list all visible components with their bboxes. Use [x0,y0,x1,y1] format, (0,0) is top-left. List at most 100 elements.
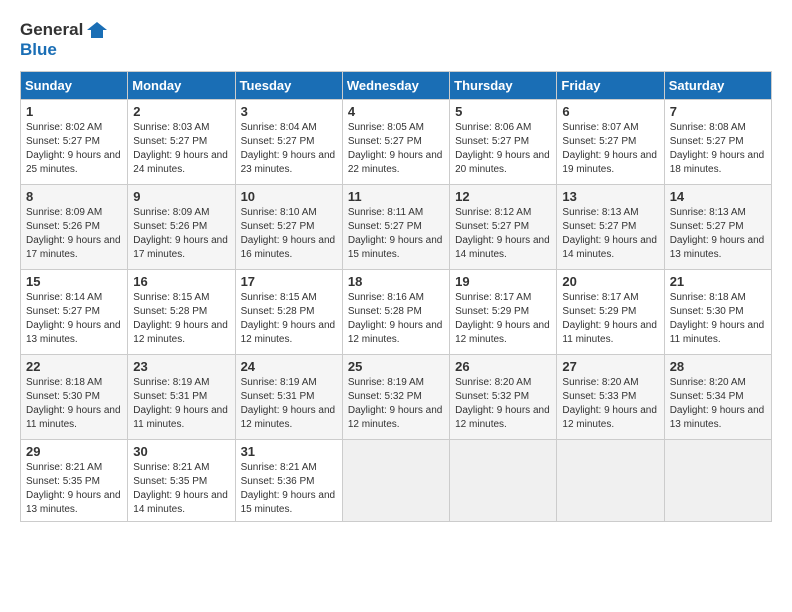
weekday-header-friday: Friday [557,71,664,99]
day-number: 20 [562,274,658,289]
day-number: 8 [26,189,122,204]
day-number: 3 [241,104,337,119]
calendar-cell: 1 Sunrise: 8:02 AMSunset: 5:27 PMDaylight… [21,99,128,184]
day-info: Sunrise: 8:08 AMSunset: 5:27 PMDaylight:… [670,121,766,177]
calendar-table: SundayMondayTuesdayWednesdayThursdayFrid… [20,71,772,522]
day-number: 7 [670,104,766,119]
week-row-4: 22 Sunrise: 8:18 AMSunset: 5:30 PMDayligh… [21,354,772,439]
day-info: Sunrise: 8:18 AMSunset: 5:30 PMDaylight:… [26,376,122,432]
weekday-header-saturday: Saturday [664,71,771,99]
day-number: 11 [348,189,444,204]
day-info: Sunrise: 8:13 AMSunset: 5:27 PMDaylight:… [670,206,766,262]
calendar-cell: 12 Sunrise: 8:12 AMSunset: 5:27 PMDayligh… [450,184,557,269]
day-info: Sunrise: 8:18 AMSunset: 5:30 PMDaylight:… [670,291,766,347]
calendar-cell: 4Sunrise: 8:05 AMSunset: 5:27 PMDaylight… [342,99,449,184]
calendar-cell: 6 Sunrise: 8:07 AMSunset: 5:27 PMDaylight… [557,99,664,184]
day-number: 24 [241,359,337,374]
day-number: 28 [670,359,766,374]
day-number: 19 [455,274,551,289]
day-info: Sunrise: 8:03 AMSunset: 5:27 PMDaylight:… [133,121,229,177]
calendar-cell: 8 Sunrise: 8:09 AMSunset: 5:26 PMDaylight… [21,184,128,269]
day-info: Sunrise: 8:21 AMSunset: 5:36 PMDaylight:… [241,461,337,517]
week-row-3: 15 Sunrise: 8:14 AMSunset: 5:27 PMDayligh… [21,269,772,354]
day-info: Sunrise: 8:07 AMSunset: 5:27 PMDaylight:… [562,121,658,177]
day-number: 26 [455,359,551,374]
week-row-5: 29Sunrise: 8:21 AMSunset: 5:35 PMDayligh… [21,439,772,521]
day-number: 14 [670,189,766,204]
calendar-cell: 19 Sunrise: 8:17 AMSunset: 5:29 PMDayligh… [450,269,557,354]
calendar-cell: 28 Sunrise: 8:20 AMSunset: 5:34 PMDayligh… [664,354,771,439]
day-info: Sunrise: 8:20 AMSunset: 5:33 PMDaylight:… [562,376,658,432]
day-number: 31 [241,444,337,459]
day-info: Sunrise: 8:15 AMSunset: 5:28 PMDaylight:… [241,291,337,347]
logo-text: General Blue [20,20,107,61]
day-number: 25 [348,359,444,374]
calendar-cell [664,439,771,521]
calendar-cell: 7 Sunrise: 8:08 AMSunset: 5:27 PMDaylight… [664,99,771,184]
day-number: 2 [133,104,229,119]
calendar-cell [342,439,449,521]
weekday-header-row: SundayMondayTuesdayWednesdayThursdayFrid… [21,71,772,99]
calendar-cell: 26 Sunrise: 8:20 AMSunset: 5:32 PMDayligh… [450,354,557,439]
day-info: Sunrise: 8:09 AMSunset: 5:26 PMDaylight:… [26,206,122,262]
day-number: 9 [133,189,229,204]
day-number: 15 [26,274,122,289]
page-header: General Blue [20,20,772,61]
day-number: 18 [348,274,444,289]
day-number: 4 [348,104,444,119]
day-number: 27 [562,359,658,374]
day-info: Sunrise: 8:02 AMSunset: 5:27 PMDaylight:… [26,121,122,177]
day-info: Sunrise: 8:19 AMSunset: 5:31 PMDaylight:… [133,376,229,432]
calendar-cell: 14 Sunrise: 8:13 AMSunset: 5:27 PMDayligh… [664,184,771,269]
day-info: Sunrise: 8:20 AMSunset: 5:32 PMDaylight:… [455,376,551,432]
day-number: 16 [133,274,229,289]
day-info: Sunrise: 8:09 AMSunset: 5:26 PMDaylight:… [133,206,229,262]
calendar-cell: 27 Sunrise: 8:20 AMSunset: 5:33 PMDayligh… [557,354,664,439]
day-info: Sunrise: 8:17 AMSunset: 5:29 PMDaylight:… [562,291,658,347]
calendar-cell: 5Sunrise: 8:06 AMSunset: 5:27 PMDaylight… [450,99,557,184]
day-info: Sunrise: 8:13 AMSunset: 5:27 PMDaylight:… [562,206,658,262]
calendar-cell: 21 Sunrise: 8:18 AMSunset: 5:30 PMDayligh… [664,269,771,354]
day-number: 13 [562,189,658,204]
day-number: 30 [133,444,229,459]
day-number: 5 [455,104,551,119]
day-info: Sunrise: 8:04 AMSunset: 5:27 PMDaylight:… [241,121,337,177]
day-info: Sunrise: 8:21 AMSunset: 5:35 PMDaylight:… [133,461,229,517]
calendar-cell: 17 Sunrise: 8:15 AMSunset: 5:28 PMDayligh… [235,269,342,354]
day-info: Sunrise: 8:12 AMSunset: 5:27 PMDaylight:… [455,206,551,262]
weekday-header-sunday: Sunday [21,71,128,99]
day-number: 21 [670,274,766,289]
day-info: Sunrise: 8:20 AMSunset: 5:34 PMDaylight:… [670,376,766,432]
calendar-cell: 16Sunrise: 8:15 AMSunset: 5:28 PMDayligh… [128,269,235,354]
day-info: Sunrise: 8:19 AMSunset: 5:31 PMDaylight:… [241,376,337,432]
day-number: 17 [241,274,337,289]
day-info: Sunrise: 8:11 AMSunset: 5:27 PMDaylight:… [348,206,444,262]
day-number: 10 [241,189,337,204]
calendar-cell: 9 Sunrise: 8:09 AMSunset: 5:26 PMDaylight… [128,184,235,269]
day-info: Sunrise: 8:21 AMSunset: 5:35 PMDaylight:… [26,461,122,517]
calendar-cell: 13 Sunrise: 8:13 AMSunset: 5:27 PMDayligh… [557,184,664,269]
day-info: Sunrise: 8:16 AMSunset: 5:28 PMDaylight:… [348,291,444,347]
calendar-cell: 25Sunrise: 8:19 AMSunset: 5:32 PMDayligh… [342,354,449,439]
week-row-1: 1 Sunrise: 8:02 AMSunset: 5:27 PMDaylight… [21,99,772,184]
calendar-cell: 23Sunrise: 8:19 AMSunset: 5:31 PMDayligh… [128,354,235,439]
calendar-cell: 31 Sunrise: 8:21 AMSunset: 5:36 PMDayligh… [235,439,342,521]
weekday-header-thursday: Thursday [450,71,557,99]
calendar-cell: 15 Sunrise: 8:14 AMSunset: 5:27 PMDayligh… [21,269,128,354]
logo-arrow-icon [85,21,107,39]
calendar-cell: 22 Sunrise: 8:18 AMSunset: 5:30 PMDayligh… [21,354,128,439]
weekday-header-tuesday: Tuesday [235,71,342,99]
day-number: 6 [562,104,658,119]
day-number: 12 [455,189,551,204]
weekday-header-wednesday: Wednesday [342,71,449,99]
week-row-2: 8 Sunrise: 8:09 AMSunset: 5:26 PMDaylight… [21,184,772,269]
calendar-cell: 24 Sunrise: 8:19 AMSunset: 5:31 PMDayligh… [235,354,342,439]
calendar-cell: 20 Sunrise: 8:17 AMSunset: 5:29 PMDayligh… [557,269,664,354]
day-info: Sunrise: 8:14 AMSunset: 5:27 PMDaylight:… [26,291,122,347]
calendar-cell: 30 Sunrise: 8:21 AMSunset: 5:35 PMDayligh… [128,439,235,521]
calendar-cell: 11 Sunrise: 8:11 AMSunset: 5:27 PMDayligh… [342,184,449,269]
day-number: 1 [26,104,122,119]
day-number: 22 [26,359,122,374]
calendar-cell: 10Sunrise: 8:10 AMSunset: 5:27 PMDayligh… [235,184,342,269]
day-info: Sunrise: 8:17 AMSunset: 5:29 PMDaylight:… [455,291,551,347]
